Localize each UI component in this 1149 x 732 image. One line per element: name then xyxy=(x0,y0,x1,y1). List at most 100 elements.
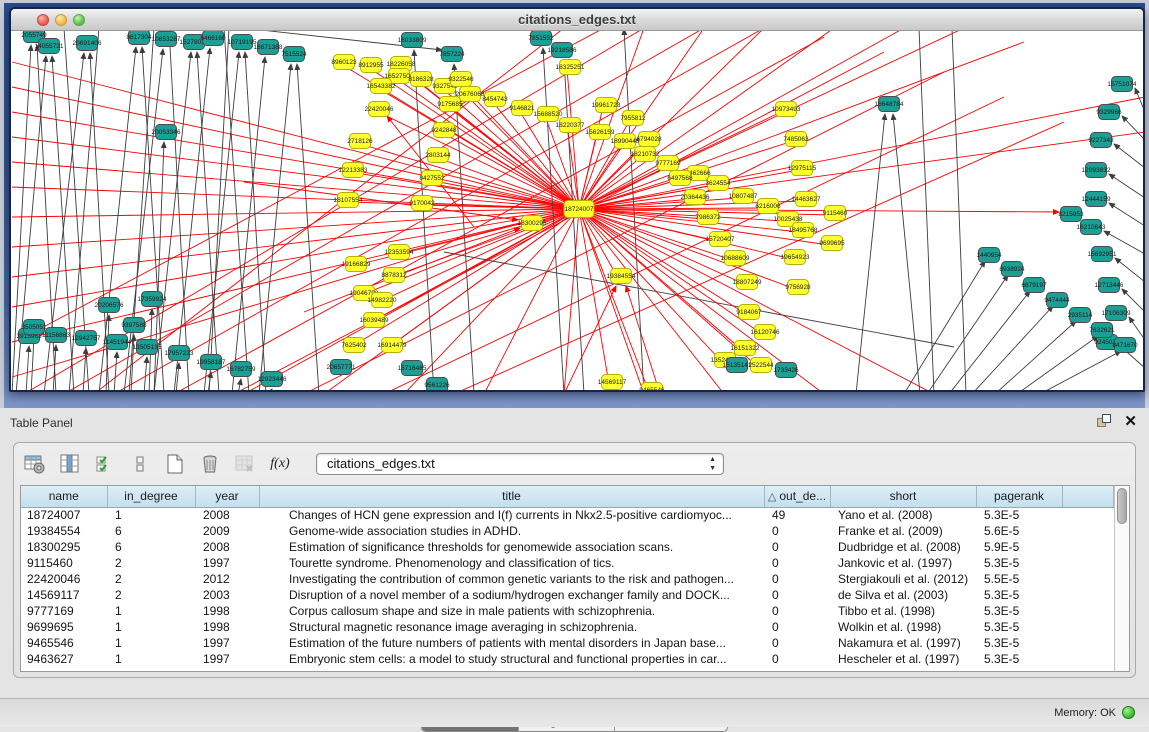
citation-edge[interactable] xyxy=(12,209,579,217)
graph-node-16210643[interactable]: 16210643 xyxy=(1077,220,1106,235)
graph-node-14982220[interactable]: 14982220 xyxy=(368,293,397,308)
cell-name[interactable]: 19384554 xyxy=(21,523,107,539)
column-header-pagerank[interactable]: pagerank xyxy=(976,486,1062,507)
citation-edge[interactable] xyxy=(1115,258,1143,282)
citation-edge[interactable] xyxy=(169,31,189,391)
graph-node-15716485[interactable]: 15716485 xyxy=(398,361,427,376)
citation-edge[interactable] xyxy=(114,352,117,391)
cell-title[interactable]: Embryonic stem cells: a model to study s… xyxy=(259,651,764,667)
graph-node-6216006[interactable]: 6216006 xyxy=(755,199,781,214)
graph-node-11451944[interactable]: 11451944 xyxy=(103,335,132,350)
citation-edge[interactable] xyxy=(12,209,579,342)
citation-edge[interactable] xyxy=(144,357,147,391)
graph-node-9184067[interactable]: 9184067 xyxy=(736,305,762,320)
graph-node-15720407[interactable]: 15720407 xyxy=(706,232,735,247)
graph-node-7851552[interactable]: 7851552 xyxy=(528,31,554,46)
citation-edge[interactable] xyxy=(1109,203,1143,226)
cell-name[interactable]: 9699695 xyxy=(21,619,107,635)
graph-node-19166829[interactable]: 19166829 xyxy=(342,257,371,272)
graph-node-9170042[interactable]: 9170042 xyxy=(409,196,435,211)
graph-node-18325251[interactable]: 18325251 xyxy=(556,60,585,75)
citation-edge[interactable] xyxy=(129,31,154,391)
cell-in_degree[interactable]: 2 xyxy=(107,587,195,603)
graph-node-9322546[interactable]: 9322546 xyxy=(448,72,474,87)
network-table-select[interactable]: citations_edges.txt ▲▼ xyxy=(316,453,724,475)
cell-year[interactable]: 1997 xyxy=(195,635,259,651)
graph-node-12444159[interactable]: 12444159 xyxy=(1082,192,1111,207)
citation-edge[interactable] xyxy=(1114,144,1143,168)
graph-node-12713446[interactable]: 12713446 xyxy=(1095,278,1124,293)
cell-short[interactable]: Jankovic et al. (1997) xyxy=(830,555,976,571)
graph-node-2522544[interactable]: 2522544 xyxy=(748,358,774,373)
graph-node-9465546[interactable]: 9465546 xyxy=(639,383,665,392)
graph-node-17359924[interactable]: 17359924 xyxy=(138,292,167,307)
graph-node-18990448[interactable]: 18990448 xyxy=(611,134,640,149)
cell-out_de[interactable]: 0 xyxy=(764,523,830,539)
column-header-out_de[interactable]: △out_de... xyxy=(764,486,830,507)
cell-year[interactable]: 2012 xyxy=(195,571,259,587)
function-builder-button[interactable]: f(x) xyxy=(267,451,293,477)
citation-edge[interactable] xyxy=(204,52,239,391)
graph-node-15751074[interactable]: 15751074 xyxy=(1108,77,1137,92)
citation-edge[interactable] xyxy=(1109,174,1143,198)
graph-node-2718126[interactable]: 2718126 xyxy=(347,134,373,149)
graph-node-10688609[interactable]: 10688609 xyxy=(721,251,750,266)
cell-pagerank[interactable]: 5.3E-5 xyxy=(976,651,1062,667)
graph-node-8878312[interactable]: 8878312 xyxy=(381,268,407,283)
graph-node-8960123[interactable]: 8960123 xyxy=(331,55,357,70)
graph-node-16033809[interactable]: 16033809 xyxy=(398,33,427,48)
graph-node-19384554[interactable]: 19384554 xyxy=(607,269,636,284)
citation-edge[interactable] xyxy=(83,348,86,391)
graph-node-15688520[interactable]: 15688520 xyxy=(534,107,563,122)
citation-edge[interactable] xyxy=(579,209,644,391)
graph-node-12213383[interactable]: 12213383 xyxy=(339,163,368,178)
cell-year[interactable]: 2008 xyxy=(195,507,259,523)
citation-edge[interactable] xyxy=(1135,88,1143,112)
graph-node-9227343[interactable]: 9227343 xyxy=(1088,133,1114,148)
table-row[interactable]: 1872400712008Changes of HCN gene express… xyxy=(21,507,1114,523)
graph-node-20657771[interactable]: 20657771 xyxy=(327,360,356,375)
graph-node-19958187[interactable]: 19958187 xyxy=(197,355,226,370)
cell-title[interactable]: Estimation of the future numbers of pati… xyxy=(259,635,764,651)
cell-pagerank[interactable]: 5.3E-5 xyxy=(976,587,1062,603)
select-columns-button[interactable] xyxy=(92,451,118,477)
graph-node-9756928[interactable]: 9756928 xyxy=(785,280,811,295)
close-panel-icon[interactable]: ✕ xyxy=(1124,414,1137,429)
scrollbar-thumb[interactable] xyxy=(1117,488,1127,524)
citation-edge[interactable] xyxy=(414,50,434,391)
cell-name[interactable]: 18724007 xyxy=(21,507,107,523)
citation-edge[interactable] xyxy=(154,52,191,391)
cell-out_de[interactable]: 0 xyxy=(764,539,830,555)
graph-node-19654923[interactable]: 19654923 xyxy=(781,250,810,265)
graph-node-6879197[interactable]: 6879197 xyxy=(1021,278,1047,293)
citation-edge[interactable] xyxy=(259,64,291,391)
cell-short[interactable]: Stergiakouli et al. (2012) xyxy=(830,571,976,587)
delete-table-button-disabled[interactable] xyxy=(232,451,258,477)
cell-out_de[interactable]: 0 xyxy=(764,619,830,635)
graph-node-18107554[interactable]: 18107554 xyxy=(334,193,363,208)
cell-title[interactable]: Corpus callosum shape and size in male p… xyxy=(259,603,764,619)
cell-year[interactable]: 1998 xyxy=(195,603,259,619)
memory-ok-indicator[interactable] xyxy=(1122,706,1135,719)
citation-edge[interactable] xyxy=(1122,116,1143,140)
hub-citation-edge[interactable] xyxy=(579,209,792,259)
graph-node-16648784[interactable]: 16648784 xyxy=(875,97,904,112)
hub-citation-edge[interactable] xyxy=(371,209,579,322)
graph-node-2935114[interactable]: 2935114 xyxy=(1068,308,1093,323)
graph-node-17106309[interactable]: 17106309 xyxy=(1102,306,1131,321)
graph-node-7485063[interactable]: 7485063 xyxy=(783,132,809,147)
graph-node-8215953[interactable]: 8215953 xyxy=(1058,207,1084,222)
cell-year[interactable]: 1997 xyxy=(195,651,259,667)
table-row[interactable]: 1456911722003Disruption of a novel membe… xyxy=(21,587,1114,603)
graph-node-18807249[interactable]: 18807249 xyxy=(733,275,762,290)
clear-selection-button[interactable] xyxy=(127,451,153,477)
column-header-in_degree[interactable]: in_degree xyxy=(107,486,195,507)
hub-citation-edge[interactable] xyxy=(579,209,762,334)
graph-node-7625402[interactable]: 7625402 xyxy=(341,338,367,353)
cell-name[interactable]: 9115460 xyxy=(21,555,107,571)
cell-name[interactable]: 9465546 xyxy=(21,635,107,651)
citation-edge[interactable] xyxy=(1040,351,1121,391)
column-header-year[interactable]: year xyxy=(195,486,259,507)
cell-name[interactable]: 22420046 xyxy=(21,571,107,587)
graph-node-7986372[interactable]: 7986372 xyxy=(695,210,721,225)
